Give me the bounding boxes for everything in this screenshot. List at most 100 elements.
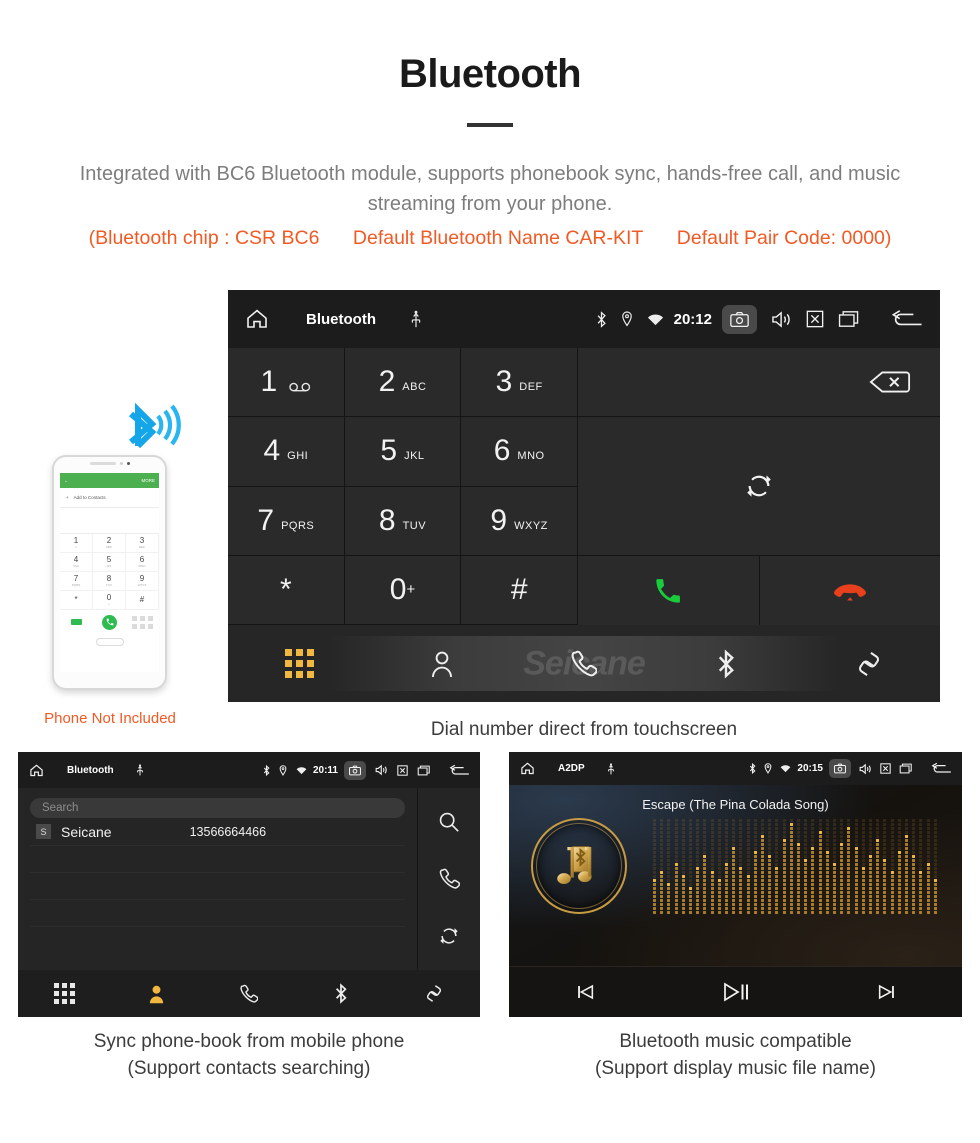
music-statusbar: A2DP 20:15 [509,752,962,785]
call-action-row [578,556,940,625]
dialer-keypad: 1 2 ABC 3 DEF 4 GHI 5 JKL 6 MNO 7 PQRS 8 TUV 9W… [228,348,578,625]
key-4[interactable]: 4 GHI [228,417,345,487]
nav-pair-link[interactable] [388,983,480,1004]
phone-action-row [60,610,159,634]
key-2[interactable]: 2 ABC [344,348,462,418]
nav-pair-link[interactable] [798,649,940,679]
music-note-bluetooth-icon [531,818,627,914]
contacts-person-icon [430,650,454,678]
camera-icon[interactable] [722,304,757,334]
phonebook-caption-line2: (Support contacts searching) [127,1058,371,1079]
camera-icon[interactable] [344,760,366,780]
usb-icon [136,764,144,776]
dialpad-icon [284,649,314,678]
equalizer-visualizer [653,818,962,914]
phone-key: 8 TUV [93,572,126,591]
music-controls [509,966,962,1017]
close-box-icon[interactable] [397,764,408,776]
phone-mockup: ← MORE + Add to Contacts 1 ∞ 2 ABC 3 DEF 4G… [52,455,167,690]
phone-key: 2 ABC [93,534,126,553]
recent-apps-icon[interactable] [899,763,913,774]
key-5[interactable]: 5 JKL [344,417,462,487]
key-8[interactable]: 8 TUV [344,486,462,556]
back-arrow-icon[interactable] [931,762,952,775]
volume-icon[interactable] [771,310,792,329]
avatar: S [36,824,51,839]
home-icon[interactable] [28,763,45,778]
call-answer-icon [654,577,682,605]
phone-key: 4 GHI [60,553,93,572]
key-9[interactable]: 9 WXYZ [461,486,578,556]
phone-screen: ← MORE + Add to Contacts 1 ∞ 2 ABC 3 DEF 4G… [60,473,159,672]
key-6[interactable]: 6 MNO [461,417,578,487]
call-hangup-button[interactable] [759,556,940,625]
nav-contacts[interactable] [370,650,512,678]
phone-key: * [60,591,93,610]
sync-icon [744,471,774,501]
home-icon[interactable] [519,761,536,776]
location-pin-icon [621,311,633,327]
music-caption-line1: Bluetooth music compatible [619,1031,852,1052]
search-icon[interactable] [438,811,460,833]
backspace-icon[interactable] [868,369,912,395]
key-1[interactable]: 1 [228,348,345,418]
close-box-icon[interactable] [880,763,891,774]
usb-icon [607,762,615,775]
skip-next-icon [876,981,898,1003]
contact-row[interactable]: S Seicane 13566664466 [30,818,405,846]
phone-key: # [126,591,159,610]
camera-icon[interactable] [829,759,851,778]
wifi-icon [647,313,664,326]
nav-dialpad[interactable] [228,649,370,678]
phone-appbar: ← MORE [60,473,159,488]
call-answer-button[interactable] [578,556,760,625]
home-icon[interactable] [244,307,270,331]
phone-key: 1 ∞ [60,534,93,553]
recent-apps-icon[interactable] [417,765,431,776]
key-0[interactable]: 0 + [344,555,462,625]
phone-number-field [60,508,159,534]
phonebook-side-actions [418,788,480,970]
volume-icon[interactable] [375,764,388,776]
phone-not-included-note: Phone Not Included [44,710,176,727]
handset-icon [571,650,598,678]
handset-icon[interactable] [439,868,460,890]
music-caption-line2: (Support display music file name) [595,1058,876,1079]
key-7[interactable]: 7 PQRS [228,486,345,556]
nav-dialpad[interactable] [18,983,110,1004]
back-arrow-icon[interactable] [890,309,924,329]
nav-contacts[interactable] [110,984,202,1004]
nav-call-log[interactable] [203,984,295,1004]
phone-back-icon: ← [64,478,69,483]
key-star[interactable]: * [228,555,345,625]
back-arrow-icon[interactable] [449,764,470,777]
bluetooth-icon [263,764,270,776]
nav-bluetooth[interactable] [295,983,387,1004]
phone-add-contact-row: + Add to Contacts [60,488,159,508]
search-input[interactable]: Search [30,798,405,818]
sync-icon[interactable] [438,925,460,947]
nav-call-log[interactable] [513,650,655,678]
contact-number: 13566664466 [189,824,267,839]
track-title: Escape (The Pina Colada Song) [642,797,829,812]
previous-track-button[interactable] [509,981,660,1003]
wifi-icon [780,764,791,773]
number-display-row [578,348,940,417]
link-chain-icon [425,983,443,1004]
key-3[interactable]: 3 DEF [461,348,578,418]
handset-icon [240,984,259,1004]
key-hash[interactable]: # [461,555,578,625]
volume-icon[interactable] [859,763,872,775]
location-pin-icon [279,764,287,776]
close-box-icon[interactable] [806,310,824,328]
music-screenshot: A2DP 20:15 Escape (The Pina Colada Song) [509,752,962,1017]
play-pause-button[interactable] [660,979,811,1005]
next-track-button[interactable] [811,981,962,1003]
sync-contacts-button[interactable] [578,417,940,556]
recent-apps-icon[interactable] [838,310,860,328]
nav-bluetooth[interactable] [655,648,797,679]
music-title: A2DP [558,763,585,774]
phone-call-button [102,614,117,630]
phone-key: 0 + [93,591,126,610]
link-chain-icon [856,649,882,679]
